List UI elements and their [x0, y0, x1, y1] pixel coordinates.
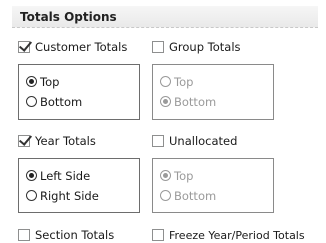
radio-button[interactable] — [160, 76, 171, 87]
unallocated-bottom-radio[interactable]: Bottom — [160, 188, 216, 203]
checkbox-box[interactable] — [152, 229, 164, 241]
radio-button[interactable] — [26, 96, 37, 107]
group-totals-label: Group Totals — [169, 40, 241, 54]
group-bottom-radio[interactable]: Bottom — [160, 94, 216, 109]
customer-bottom-radio[interactable]: Bottom — [26, 94, 82, 109]
panel-title: Totals Options — [12, 6, 318, 28]
customer-totals-label: Customer Totals — [35, 40, 128, 54]
customer-top-radio[interactable]: Top — [26, 74, 59, 89]
year-left-side-label: Left Side — [40, 168, 91, 183]
radio-button[interactable] — [160, 170, 171, 181]
year-left-side-radio[interactable]: Left Side — [26, 168, 90, 183]
year-position-group: Left Side Right Side — [18, 158, 140, 213]
radio-button[interactable] — [26, 170, 37, 181]
unallocated-top-radio[interactable]: Top — [160, 168, 193, 183]
checkbox-box[interactable] — [18, 229, 30, 241]
radio-button[interactable] — [26, 190, 37, 201]
radio-button[interactable] — [26, 76, 37, 87]
freeze-year-period-totals-label: Freeze Year/Period Totals — [169, 228, 305, 242]
customer-top-label: Top — [40, 74, 60, 89]
unallocated-label: Unallocated — [169, 134, 238, 148]
group-totals-checkbox[interactable]: Group Totals — [152, 39, 241, 55]
year-totals-checkbox[interactable]: Year Totals — [18, 133, 96, 149]
customer-position-group: Top Bottom — [18, 64, 140, 120]
year-right-side-radio[interactable]: Right Side — [26, 188, 99, 203]
radio-button[interactable] — [160, 96, 171, 107]
section-totals-checkbox[interactable]: Section Totals — [18, 227, 114, 243]
customer-totals-checkbox[interactable]: Customer Totals — [18, 39, 127, 55]
unallocated-top-label: Top — [174, 168, 194, 183]
year-totals-label: Year Totals — [35, 134, 96, 148]
group-top-radio[interactable]: Top — [160, 74, 193, 89]
group-bottom-label: Bottom — [174, 94, 217, 109]
radio-button[interactable] — [160, 190, 171, 201]
checkbox-box[interactable] — [152, 135, 164, 147]
section-totals-label: Section Totals — [35, 228, 115, 242]
group-position-group: Top Bottom — [152, 64, 274, 120]
checkbox-box[interactable] — [18, 135, 30, 147]
checkbox-box[interactable] — [18, 41, 30, 53]
checkbox-box[interactable] — [152, 41, 164, 53]
unallocated-bottom-label: Bottom — [174, 188, 217, 203]
year-right-side-label: Right Side — [40, 188, 99, 203]
group-top-label: Top — [174, 74, 194, 89]
unallocated-checkbox[interactable]: Unallocated — [152, 133, 237, 149]
unallocated-position-group: Top Bottom — [152, 158, 274, 213]
freeze-year-period-totals-checkbox[interactable]: Freeze Year/Period Totals — [152, 227, 305, 243]
customer-bottom-label: Bottom — [40, 94, 83, 109]
totals-options-panel: Totals Options Customer Totals Group Tot… — [12, 6, 326, 242]
